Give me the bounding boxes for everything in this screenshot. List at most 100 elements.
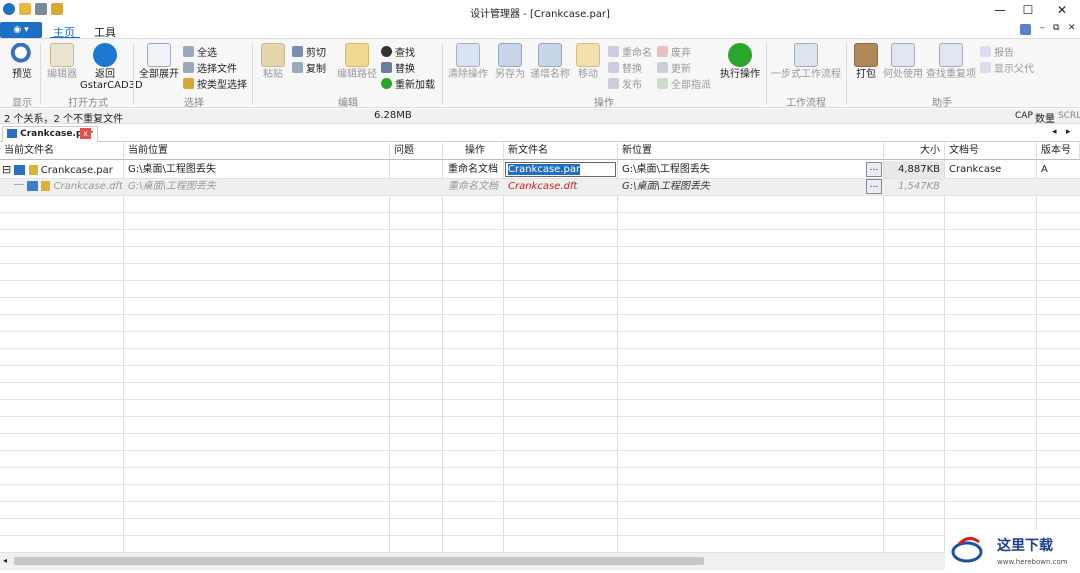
file-grid: 当前文件名 当前位置 问题 操作 新文件名 新位置 大小 文档号 版本号 ⊟ C…	[0, 143, 1080, 553]
new-name-input[interactable]: Crankcase.par	[508, 164, 581, 175]
select-all-button[interactable]: 全选	[183, 44, 217, 59]
execute-button[interactable]: 执行操作	[718, 43, 762, 80]
replace-button[interactable]: 替换	[381, 60, 415, 75]
gstarcad-icon	[93, 43, 117, 67]
file-name: Crankcase.dft	[53, 181, 122, 192]
assign-all-button[interactable]: 全部指派	[657, 76, 711, 91]
total-size: 6.28MB	[374, 110, 412, 121]
col-header-doc-number[interactable]: 文档号	[945, 143, 1037, 160]
ribbon-minimize-button[interactable]: –	[1040, 23, 1045, 33]
size-cell: 1,547KB	[897, 181, 940, 192]
cut-button[interactable]: 剪切	[292, 44, 326, 59]
row-divider	[0, 450, 1080, 451]
report-icon	[980, 46, 991, 57]
doc-tab-close-button[interactable]: x	[80, 128, 91, 139]
col-header-current-name[interactable]: 当前文件名	[0, 143, 124, 160]
application-menu-button[interactable]: ◉ ▾	[0, 22, 42, 38]
col-header-operation[interactable]: 操作	[443, 143, 504, 160]
separator	[252, 43, 253, 105]
substitute-button[interactable]: 替换	[608, 60, 642, 75]
group-label-helper: 助手	[932, 98, 952, 109]
row-divider	[0, 212, 1080, 213]
report-button[interactable]: 报告	[980, 44, 1014, 59]
minimize-button[interactable]: —	[990, 3, 1010, 17]
increment-name-label: 递增名称	[530, 69, 570, 80]
group-label-workflow: 工作流程	[786, 98, 826, 109]
publish-label: 发布	[622, 80, 642, 91]
update-button[interactable]: 更新	[657, 60, 691, 75]
row-divider	[0, 297, 1080, 298]
collapse-toggle[interactable]: ⊟	[2, 163, 11, 176]
row-divider	[0, 365, 1080, 366]
clear-ops-button[interactable]: 清除操作	[447, 43, 489, 80]
find-button[interactable]: 查找	[381, 44, 415, 59]
select-file-label: 选择文件	[197, 64, 237, 75]
expand-all-button[interactable]: 全部展开	[138, 43, 180, 80]
group-label-show: 显示	[12, 98, 32, 109]
new-location-cell[interactable]: G:\桌面\工程图丢失	[618, 161, 868, 178]
close-button[interactable]: ✕	[1052, 3, 1072, 17]
substitute-icon	[608, 62, 619, 73]
move-folder-icon	[576, 43, 600, 67]
cap-indicator: CAP	[1015, 111, 1033, 121]
copy-button[interactable]: 复制	[292, 60, 326, 75]
new-name-cell[interactable]: Crankcase.par	[504, 161, 617, 178]
reload-button[interactable]: 重新加载	[381, 76, 435, 91]
col-header-problem[interactable]: 问题	[390, 143, 443, 160]
select-file-button[interactable]: 选择文件	[183, 60, 237, 75]
magnifier-icon	[10, 43, 34, 67]
paste-button[interactable]: 粘贴	[258, 43, 288, 80]
help-icon[interactable]	[1020, 24, 1031, 35]
reload-label: 重新加载	[395, 80, 435, 91]
browse-button[interactable]: ...	[866, 179, 882, 194]
where-used-button[interactable]: 何处使用	[882, 43, 924, 80]
tab-scroll-right-icon[interactable]: ▸	[1066, 127, 1071, 137]
rename-label: 重命名	[622, 48, 652, 59]
row-divider	[0, 314, 1080, 315]
publish-button[interactable]: 发布	[608, 76, 642, 91]
row-divider	[0, 280, 1080, 281]
ribbon-close-button[interactable]: ✕	[1068, 23, 1076, 33]
tab-scroll-left-icon[interactable]: ◂	[1052, 127, 1057, 137]
scroll-left-icon[interactable]: ◂	[3, 556, 7, 565]
edit-path-button[interactable]: 编辑路径	[336, 43, 378, 80]
preview-button[interactable]: 预览	[8, 43, 36, 80]
one-step-workflow-button[interactable]: 一步式工作流程	[770, 43, 842, 80]
clipboard-icon	[261, 43, 285, 67]
col-header-revision[interactable]: 版本号	[1037, 143, 1080, 160]
current-location-cell: G:\桌面\工程图丢失	[128, 181, 216, 192]
increment-name-button[interactable]: 递增名称	[528, 43, 572, 80]
obsolete-button[interactable]: 废弃	[657, 44, 691, 59]
current-name-cell: ⊟ Crankcase.par	[2, 161, 122, 178]
row-divider	[0, 501, 1080, 502]
scrollbar-thumb[interactable]	[14, 557, 704, 565]
move-button[interactable]: 移动	[575, 43, 601, 80]
operation-cell[interactable]: 重命名文档	[443, 161, 503, 178]
ribbon-restore-button[interactable]: ⧉	[1053, 23, 1059, 33]
find-duplicates-icon	[939, 43, 963, 67]
scrl-indicator: SCRL	[1058, 111, 1080, 121]
col-header-new-name[interactable]: 新文件名	[504, 143, 618, 160]
horizontal-scrollbar[interactable]: ◂	[0, 553, 945, 570]
find-duplicates-button[interactable]: 查找重复项	[926, 43, 976, 80]
col-header-new-location[interactable]: 新位置	[618, 143, 884, 160]
pack-button[interactable]: 打包	[852, 43, 880, 80]
select-by-type-button[interactable]: 按类型选择	[183, 76, 247, 91]
save-as-button[interactable]: 另存为	[494, 43, 526, 80]
back-gstarcad-button[interactable]: 返回 GstarCAD3D	[80, 43, 143, 91]
col-header-size[interactable]: 大小	[884, 143, 945, 160]
new-name-cell[interactable]: Crankcase.dft	[504, 178, 617, 195]
separator	[40, 43, 41, 105]
table-row[interactable]: Crankcase.dft G:\桌面\工程图丢失 重命名文档 Crankcas…	[0, 178, 1080, 195]
revision-cell	[1037, 178, 1080, 195]
browse-button[interactable]: ...	[866, 162, 882, 177]
rename-button[interactable]: 重命名	[608, 44, 652, 59]
table-row[interactable]: ⊟ Crankcase.par G:\桌面\工程图丢失 重命名文档 Crankc…	[0, 161, 1080, 178]
maximize-button[interactable]: ☐	[1018, 3, 1038, 17]
operation-cell[interactable]: 重命名文档	[443, 178, 503, 195]
show-parent-button[interactable]: 显示父代	[980, 60, 1034, 75]
col-header-current-location[interactable]: 当前位置	[124, 143, 390, 160]
editor-button[interactable]: 编辑器	[46, 43, 78, 80]
row-divider	[0, 518, 1080, 519]
new-location-cell[interactable]: G:\桌面\工程图丢失	[618, 178, 868, 195]
